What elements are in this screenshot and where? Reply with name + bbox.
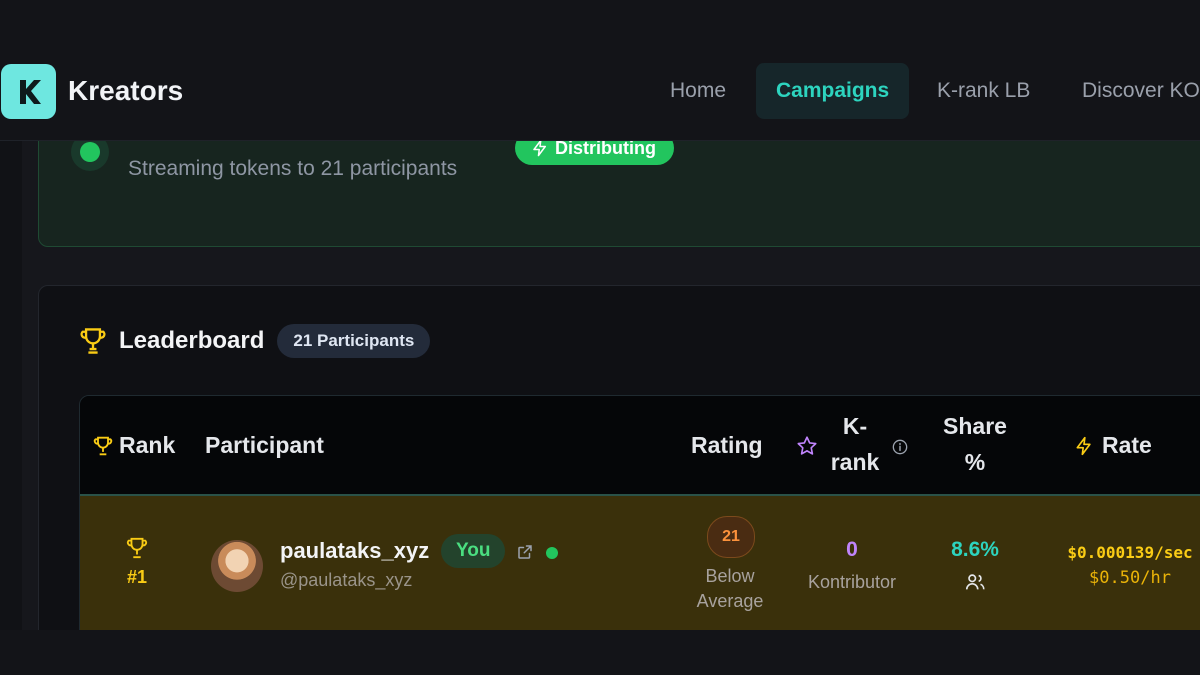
krank-value: 0 [846, 538, 858, 561]
col-share-line2: % [964, 449, 986, 475]
avatar[interactable] [211, 540, 263, 592]
participant-handle: @paulataks_xyz [280, 570, 413, 590]
k-logo-icon [19, 79, 41, 104]
distribution-status-card: Streaming tokens to 21 participants Dist… [38, 140, 1200, 247]
info-icon[interactable] [892, 439, 908, 455]
trophy-icon [80, 328, 106, 354]
live-indicator [71, 140, 109, 171]
brand-logo[interactable] [1, 64, 56, 119]
col-rank[interactable]: Rank [93, 432, 175, 459]
distributing-label: Distributing [555, 140, 656, 158]
brand-name[interactable]: Kreators [68, 75, 183, 107]
leaderboard-title: Leaderboard [119, 327, 265, 354]
col-krank[interactable]: K- rank [822, 413, 888, 476]
live-dot [80, 142, 100, 162]
rating-label-line2: Average [696, 591, 764, 611]
rating-score: 21 [707, 516, 755, 558]
online-status-dot [546, 547, 558, 559]
rating-label: Below Average [660, 564, 800, 614]
participants-count-badge: 21 Participants [277, 324, 431, 358]
users-icon [965, 574, 985, 590]
col-share[interactable]: Share % [930, 413, 1020, 476]
table-header: Rank Participant Rating K- rank Share % … [80, 396, 1200, 496]
col-rank-label: Rank [119, 432, 176, 458]
bottom-spacer [0, 630, 1200, 675]
rate-per-hour: $0.50/hr [1089, 568, 1171, 588]
lightning-small-icon [1076, 436, 1091, 455]
nav-discover[interactable]: Discover KO [1062, 63, 1200, 119]
leaderboard-table: Rank Participant Rating K- rank Share % … [79, 395, 1200, 630]
col-share-line1: Share [943, 413, 1007, 439]
lightning-icon [533, 140, 546, 157]
col-krank-line1: K- [842, 413, 868, 439]
distributing-badge: Distributing [515, 140, 674, 165]
col-rate-label: Rate [1102, 432, 1152, 458]
top-navbar: Kreators Home Campaigns K-rank LB Discov… [0, 42, 1200, 141]
col-rate[interactable]: Rate [1074, 432, 1152, 459]
star-icon [797, 436, 817, 455]
rank-cell: #1 [113, 536, 161, 588]
col-participant[interactable]: Participant [205, 432, 324, 459]
krank-label: Kontributor [807, 572, 897, 592]
top-spacer [0, 0, 1200, 42]
col-rating[interactable]: Rating [691, 432, 763, 459]
nav-krank-lb[interactable]: K-rank LB [917, 63, 1050, 119]
table-row[interactable]: #1 paulataks_xyz @paulataks_xyz You 21 B… [80, 496, 1200, 630]
external-link-icon[interactable] [516, 543, 534, 561]
rate-per-second: $0.000139/sec [1067, 543, 1193, 562]
rank-number: #1 [126, 567, 148, 587]
share-percent: 8.6% [951, 538, 999, 561]
leaderboard-header: Leaderboard 21 Participants [79, 324, 431, 358]
trophy-rank-icon [126, 537, 148, 559]
rating-label-line1: Below [705, 566, 755, 586]
col-krank-line2: rank [830, 449, 880, 475]
status-text: Streaming tokens to 21 participants [128, 157, 458, 180]
trophy-small-icon [93, 436, 113, 455]
leaderboard-card: Leaderboard 21 Participants Rank Partici… [38, 285, 1200, 630]
participant-name[interactable]: paulataks_xyz [280, 538, 429, 564]
you-badge: You [441, 534, 506, 568]
left-rail [0, 140, 22, 630]
nav-home[interactable]: Home [650, 63, 746, 119]
main-content: Streaming tokens to 21 participants Dist… [0, 140, 1200, 630]
nav-campaigns[interactable]: Campaigns [756, 63, 910, 119]
